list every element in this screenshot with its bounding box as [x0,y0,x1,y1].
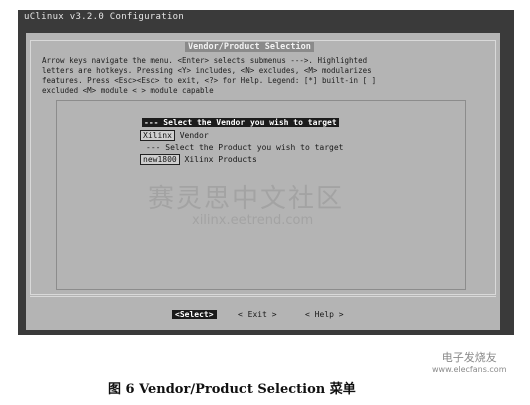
logo-name: 电子发烧友 [441,351,497,364]
product-choice-value: new1800 [140,154,180,165]
product-choice-item[interactable]: new1800 Xilinx Products [140,154,257,165]
help-button[interactable]: < Help > [305,310,344,319]
button-row-divider [30,296,496,297]
vendor-section-header[interactable]: --- Select the Vendor you wish to target [142,118,339,127]
exit-button[interactable]: < Exit > [238,310,277,319]
window-title: uClinux v3.2.0 Configuration [24,12,185,22]
select-button[interactable]: <Select> [172,310,217,319]
product-section-header: --- Select the Product you wish to targe… [146,143,344,152]
watermark-chinese: 赛灵思中文社区 [148,184,345,214]
help-text-line: Arrow keys navigate the menu. <Enter> se… [42,56,368,65]
dialog-title: Vendor/Product Selection [185,42,314,52]
help-text-line: excluded <M> module < > module capable [42,86,214,95]
vendor-choice-value: Xilinx [140,130,175,141]
product-choice-label: Xilinx Products [184,155,257,164]
help-text-line: features. Press <Esc><Esc> to exit, <?> … [42,76,377,85]
figure-caption: 图 6 Vendor/Product Selection 菜单 [108,382,356,397]
elecfans-logo: 电子发烧友 www.elecfans.com [432,352,507,376]
help-text-line: letters are hotkeys. Pressing <Y> includ… [42,66,372,75]
watermark-url: xilinx.eetrend.com [192,213,314,228]
logo-site: www.elecfans.com [432,365,507,374]
vendor-choice-item[interactable]: Xilinx Vendor [140,130,209,141]
vendor-choice-label: Vendor [179,131,209,140]
